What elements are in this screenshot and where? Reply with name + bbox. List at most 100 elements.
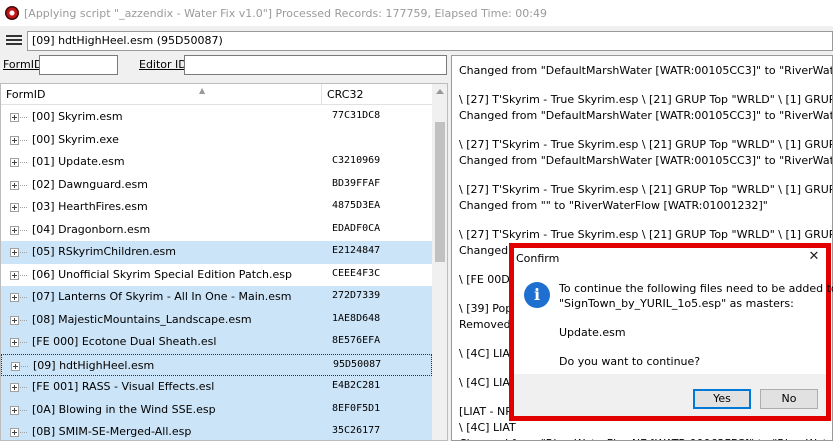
tree-line (20, 274, 27, 276)
expand-plus-icon[interactable] (10, 248, 19, 257)
title-bar: [Applying script "_azzendix - Water Fix … (0, 0, 833, 26)
tree-row-name: [08] MajesticMountains_Landscape.esm (32, 312, 252, 326)
dialog-question: Do you want to continue? (559, 355, 701, 368)
tree-row[interactable]: [FE 000] Ecotone Dual Sheath.esl 8E576EFA (1, 331, 432, 354)
expand-plus-icon[interactable] (10, 270, 19, 280)
tree-row-name: [06] Unofficial Skyrim Special Edition P… (32, 267, 292, 281)
log-line: \ [27] T'Skyrim - True Skyrim.esp \ [21]… (459, 93, 833, 106)
tree-row[interactable]: [08] MajesticMountains_Landscape.esm 1AE8… (1, 308, 432, 331)
filter-bar: FormID Editor ID (0, 54, 450, 76)
dialog-footer: Yes No (514, 374, 826, 416)
log-line: \ [27] T'Skyrim - True Skyrim.esp \ [21]… (459, 138, 833, 151)
close-icon[interactable]: ✕ (806, 249, 822, 265)
expand-plus-icon[interactable] (11, 361, 20, 371)
yes-button[interactable]: Yes (693, 389, 751, 409)
dialog-title: Confirm (516, 252, 560, 265)
tree-row[interactable]: [05] RSkyrimChildren.esm E2124847 (1, 241, 432, 264)
tree-row-crc: EDADF0CA (332, 222, 381, 234)
tree-line (20, 409, 27, 411)
tree-row-name: [03] HearthFires.esm (32, 200, 148, 213)
tree-row[interactable]: [06] Unofficial Skyrim Special Edition P… (1, 264, 432, 287)
log-spacer (459, 79, 832, 92)
tree-row[interactable]: [03] HearthFires.esm 4875D3EA (1, 196, 432, 219)
tree-row[interactable]: [FE 001] RASS - Visual Effects.esl E4B2C2… (1, 376, 432, 399)
tree-row[interactable]: [09] hdtHighHeel.esm 95D50087 (1, 353, 432, 376)
tree-row-name: [05] RSkyrimChildren.esm (32, 245, 176, 258)
log-spacer (459, 169, 832, 182)
expand-plus-icon[interactable] (10, 135, 19, 145)
column-header-crc32[interactable]: CRC32 (327, 88, 363, 101)
expand-plus-icon[interactable] (10, 383, 19, 392)
tree-line (20, 297, 27, 298)
tree-line (20, 342, 27, 343)
plugin-tree[interactable]: FormID ▲ CRC32 [00] Skyrim.esm 77C31DC8 [0… (0, 83, 448, 441)
tree-row-crc: E2124847 (332, 245, 381, 256)
tree-row-name: [02] Dawnguard.esm (32, 177, 148, 191)
log-spacer (459, 214, 832, 227)
log-line: \ [27] T'Skyrim - True Skyrim.esp \ [21]… (459, 228, 833, 241)
tree-row[interactable]: [0B] SMIM-SE-Merged-All.esp 35C26177 (1, 421, 432, 440)
tree-line (20, 207, 27, 208)
no-button[interactable]: No (760, 389, 818, 409)
tree-row[interactable]: [01] Update.esm C3210969 (1, 151, 432, 174)
toolbar: [09] hdtHighHeel.esm (95D50087) (0, 30, 833, 52)
tree-row-crc: 77C31DC8 (332, 110, 381, 121)
expand-plus-icon[interactable] (10, 338, 19, 347)
info-icon: i (524, 282, 550, 308)
tree-row-crc: 272D7339 (332, 290, 381, 301)
tree-row-crc: C3210969 (332, 155, 381, 166)
tree-line (20, 229, 27, 231)
log-line: \ [4C] LIAT (459, 421, 516, 434)
expand-plus-icon[interactable] (10, 180, 19, 190)
tree-row-crc: 95D50087 (333, 358, 382, 370)
tree-row-name: [00] Skyrim.exe (32, 132, 119, 146)
tree-row[interactable]: [00] Skyrim.exe (1, 129, 432, 152)
tree-row-crc: 8E576EFA (332, 335, 381, 346)
tree-line (20, 252, 27, 253)
tree-row-crc: BD39FFAF (332, 177, 381, 189)
dialog-message-line2: "SignTown_by_YURIL_1o5.esp" as masters: (559, 297, 794, 310)
tree-row-name: [0A] Blowing in the Wind SSE.esp (32, 402, 216, 416)
tree-row-name: [07] Lanterns Of Skyrim - All In One - M… (32, 290, 292, 303)
tree-row-name: [04] Dragonborn.esm (32, 222, 151, 236)
record-path-field[interactable]: [09] hdtHighHeel.esm (95D50087) (27, 31, 833, 51)
tree-rows: [00] Skyrim.esm 77C31DC8 [00] Skyrim.exe [0… (1, 106, 432, 440)
tree-header: FormID ▲ CRC32 (1, 84, 447, 105)
tree-row[interactable]: [00] Skyrim.esm 77C31DC8 (1, 106, 432, 129)
expand-plus-icon[interactable] (10, 428, 19, 437)
expand-plus-icon[interactable] (10, 225, 19, 235)
formid-label: FormID (3, 58, 43, 71)
tree-row-crc: 4875D3EA (332, 200, 381, 211)
expand-plus-icon[interactable] (10, 113, 19, 122)
expand-plus-icon[interactable] (10, 158, 19, 167)
log-line: Changed from "DefaultMarshWater [WATR:00… (459, 154, 833, 167)
tree-row-name: [09] hdtHighHeel.esm (33, 358, 155, 372)
tree-row-crc: CEEE4F3C (332, 267, 381, 279)
tree-row[interactable]: [02] Dawnguard.esm BD39FFAF (1, 174, 432, 197)
tree-line (20, 184, 27, 186)
tree-scrollbar[interactable] (432, 84, 447, 440)
formid-input[interactable] (39, 55, 118, 75)
hamburger-icon[interactable] (5, 33, 23, 49)
scroll-up-icon[interactable] (436, 89, 444, 94)
editorid-input[interactable] (184, 55, 447, 75)
tree-row[interactable]: [04] Dragonborn.esm EDADF0CA (1, 219, 432, 242)
expand-plus-icon[interactable] (10, 293, 19, 302)
expand-plus-icon[interactable] (10, 315, 19, 325)
tree-row-crc: 8EF0F5D1 (332, 402, 381, 414)
log-line: Changed from "RiverWaterFlowNE [WATR:000… (459, 436, 832, 440)
editorid-label: Editor ID (139, 58, 187, 71)
tree-row-name: [FE 000] Ecotone Dual Sheath.esl (32, 335, 217, 348)
expand-plus-icon[interactable] (10, 405, 19, 415)
column-divider[interactable] (321, 84, 322, 105)
tree-line (20, 117, 27, 118)
dialog-message-line1: To continue the following files need to … (559, 282, 833, 295)
scrollbar-thumb[interactable] (435, 122, 445, 262)
app-logo-icon (5, 6, 19, 20)
tree-row[interactable]: [07] Lanterns Of Skyrim - All In One - M… (1, 286, 432, 309)
expand-plus-icon[interactable] (10, 203, 19, 212)
confirm-dialog: Confirm ✕ i To continue the following fi… (514, 248, 833, 416)
dialog-file-name: Update.esm (559, 326, 626, 339)
tree-row[interactable]: [0A] Blowing in the Wind SSE.esp 8EF0F5D1 (1, 398, 432, 421)
column-header-formid[interactable]: FormID (6, 88, 45, 101)
